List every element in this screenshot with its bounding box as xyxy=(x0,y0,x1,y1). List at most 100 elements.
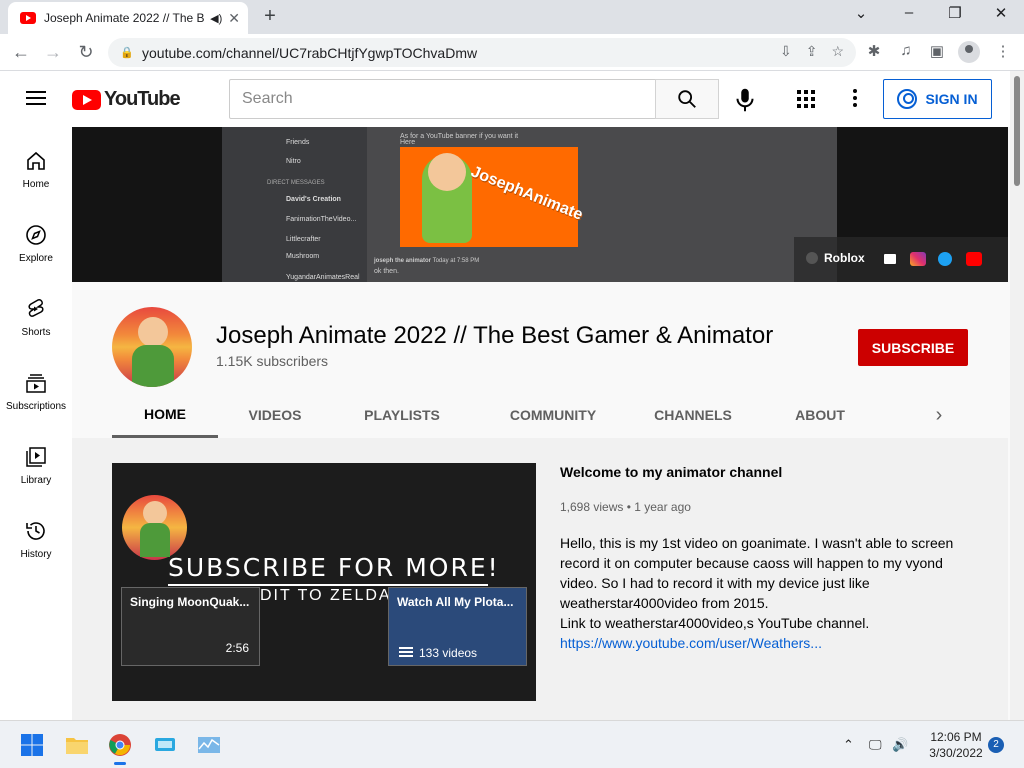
youtube-apps-icon[interactable] xyxy=(797,90,815,108)
subscriptions-icon xyxy=(26,374,46,393)
sign-in-button[interactable]: SIGN IN xyxy=(883,79,992,119)
browser-menu-icon[interactable]: ⋮ xyxy=(992,42,1014,60)
banner-caption: As for a YouTube banner if you want it xyxy=(400,133,519,140)
youtube-logo[interactable]: YouTube xyxy=(72,88,181,111)
extensions-puzzle-icon[interactable]: ✱ xyxy=(863,42,885,60)
clock-date: 3/30/2022 xyxy=(929,746,983,760)
scrollbar-thumb[interactable] xyxy=(1014,76,1020,186)
tab-videos[interactable]: VIDEOS xyxy=(234,392,316,438)
endcard-video[interactable]: Singing MoonQuak... 2:56 xyxy=(121,587,260,666)
browser-tab[interactable]: Joseph Animate 2022 // The Best Gamer & … xyxy=(8,2,248,34)
channel-title: Joseph Animate 2022 // The Best Gamer & … xyxy=(216,322,774,349)
install-icon[interactable]: ⇩ xyxy=(780,43,792,60)
history-icon xyxy=(26,522,45,540)
search-button[interactable] xyxy=(655,79,719,119)
performance-monitor-icon[interactable] xyxy=(197,733,221,757)
guide-item-subscriptions[interactable]: Subscriptions xyxy=(0,371,72,412)
windows-start-icon[interactable] xyxy=(20,733,44,757)
guide-menu-icon[interactable] xyxy=(26,91,46,105)
banner-dm-item: YugandarAnimatesReal xyxy=(286,274,360,281)
tab-channels[interactable]: CHANNELS xyxy=(642,392,744,438)
tab-close-icon[interactable]: ✕ xyxy=(228,10,240,27)
library-icon xyxy=(26,447,46,467)
file-explorer-icon[interactable] xyxy=(65,733,89,757)
banner-dm-header: DIRECT MESSAGES xyxy=(267,180,325,186)
chrome-icon[interactable] xyxy=(108,733,132,757)
guide-item-shorts[interactable]: Shorts xyxy=(0,297,72,338)
browser-toolbar: ← → ↻ 🔒 youtube.com/channel/UC7rabCHtjfY… xyxy=(0,34,1024,71)
guide-item-label: Library xyxy=(20,475,52,486)
windows-taskbar: ⌃ 🖵 🔊 12:06 PM 3/30/2022 2 xyxy=(0,720,1024,768)
subscribe-button[interactable]: SUBSCRIBE xyxy=(858,329,968,366)
minimize-button[interactable]: – xyxy=(886,4,932,21)
show-hidden-icons-icon[interactable]: ⌃ xyxy=(843,737,854,753)
roblox-link-icon[interactable] xyxy=(806,252,818,264)
volume-icon[interactable]: 🔊 xyxy=(892,737,908,753)
lock-icon[interactable]: 🔒 xyxy=(120,46,134,59)
description-link[interactable]: https://www.youtube.com/user/Weathers... xyxy=(560,635,822,651)
channel-avatar[interactable] xyxy=(112,307,192,387)
side-panel-icon[interactable]: ▣ xyxy=(926,42,948,60)
featured-video-meta: 1,698 views • 1 year ago xyxy=(560,500,691,514)
guide-item-explore[interactable]: Explore xyxy=(0,223,72,264)
audio-playing-icon[interactable]: ◀) xyxy=(210,12,222,25)
youtube-link-icon[interactable] xyxy=(966,252,982,266)
channel-home-content: SUBSCRIBE FOR MORE! DIT TO ZELDA Singing… xyxy=(72,438,1008,720)
settings-more-icon[interactable] xyxy=(852,89,858,109)
url-text[interactable]: youtube.com/channel/UC7rabCHtjfYgwpTOChv… xyxy=(142,45,477,61)
subscriber-count: 1.15K subscribers xyxy=(216,353,329,369)
forward-button[interactable]: → xyxy=(40,40,66,66)
channel-links-overlay: Roblox xyxy=(794,237,1008,282)
tabs-scroll-right-icon[interactable]: › xyxy=(927,404,951,428)
remote-desktop-icon[interactable] xyxy=(153,733,177,757)
network-icon[interactable]: 🖵 xyxy=(869,737,882,753)
reload-button[interactable]: ↻ xyxy=(73,40,99,66)
guide-item-history[interactable]: History xyxy=(0,519,72,560)
guide-sidebar: Home Explore Shorts Subscriptions Librar… xyxy=(0,127,72,720)
endcard-playlist-count: 133 videos xyxy=(419,646,478,660)
guide-item-label: Shorts xyxy=(21,327,51,338)
home-icon xyxy=(27,151,45,170)
notification-badge[interactable]: 2 xyxy=(988,737,1004,753)
guide-item-home[interactable]: Home xyxy=(0,149,72,190)
address-bar[interactable]: 🔒 youtube.com/channel/UC7rabCHtjfYgwpTOC… xyxy=(108,38,856,67)
microphone-icon xyxy=(736,88,754,112)
featured-video-player[interactable]: SUBSCRIBE FOR MORE! DIT TO ZELDA Singing… xyxy=(112,463,536,701)
tab-community[interactable]: COMMUNITY xyxy=(492,392,614,438)
twitter-icon[interactable] xyxy=(938,252,952,266)
page-scrollbar[interactable] xyxy=(1010,71,1024,720)
roblox-link[interactable]: Roblox xyxy=(824,251,865,265)
window-close-button[interactable]: ✕ xyxy=(978,4,1024,22)
featured-video-description: Hello, this is my 1st video on goanimate… xyxy=(560,533,970,653)
guide-item-label: History xyxy=(20,549,52,560)
player-cta-underline xyxy=(168,584,488,586)
tab-playlists[interactable]: PLAYLISTS xyxy=(350,392,454,438)
taskbar-clock[interactable]: 12:06 PM 3/30/2022 xyxy=(920,729,992,761)
new-tab-button[interactable]: + xyxy=(258,5,282,29)
github-icon[interactable] xyxy=(882,252,898,266)
banner-caption-here: Here xyxy=(400,139,416,146)
player-channel-avatar xyxy=(122,495,187,560)
restore-button[interactable]: ❐ xyxy=(932,4,978,22)
instagram-icon[interactable] xyxy=(910,252,926,266)
tab-search-icon[interactable]: ⌄ xyxy=(838,4,884,22)
featured-video-title[interactable]: Welcome to my animator channel xyxy=(560,464,782,480)
description-line2: Link to weatherstar4000video,s YouTube c… xyxy=(560,615,870,631)
voice-search-button[interactable] xyxy=(730,85,760,115)
banner-friends-text: Friends xyxy=(286,139,310,146)
banner-nitro-text: Nitro xyxy=(286,158,301,165)
back-button[interactable]: ← xyxy=(8,40,34,66)
tab-about[interactable]: ABOUT xyxy=(782,392,858,438)
media-control-icon[interactable]: ♫ xyxy=(895,42,917,59)
endcard-playlist[interactable]: Watch All My Plota... 133 videos xyxy=(388,587,527,666)
search-input[interactable]: Search xyxy=(229,79,656,119)
guide-item-label: Explore xyxy=(19,253,53,264)
profile-avatar-icon[interactable] xyxy=(958,41,980,63)
banner-dm-item: David's Creation xyxy=(286,196,341,203)
shorts-icon xyxy=(28,299,44,317)
guide-item-label: Home xyxy=(22,179,50,190)
guide-item-library[interactable]: Library xyxy=(0,445,72,486)
bookmark-star-icon[interactable]: ☆ xyxy=(831,43,844,60)
share-icon[interactable]: ⇪ xyxy=(806,43,818,60)
tab-home[interactable]: HOME xyxy=(112,392,218,438)
